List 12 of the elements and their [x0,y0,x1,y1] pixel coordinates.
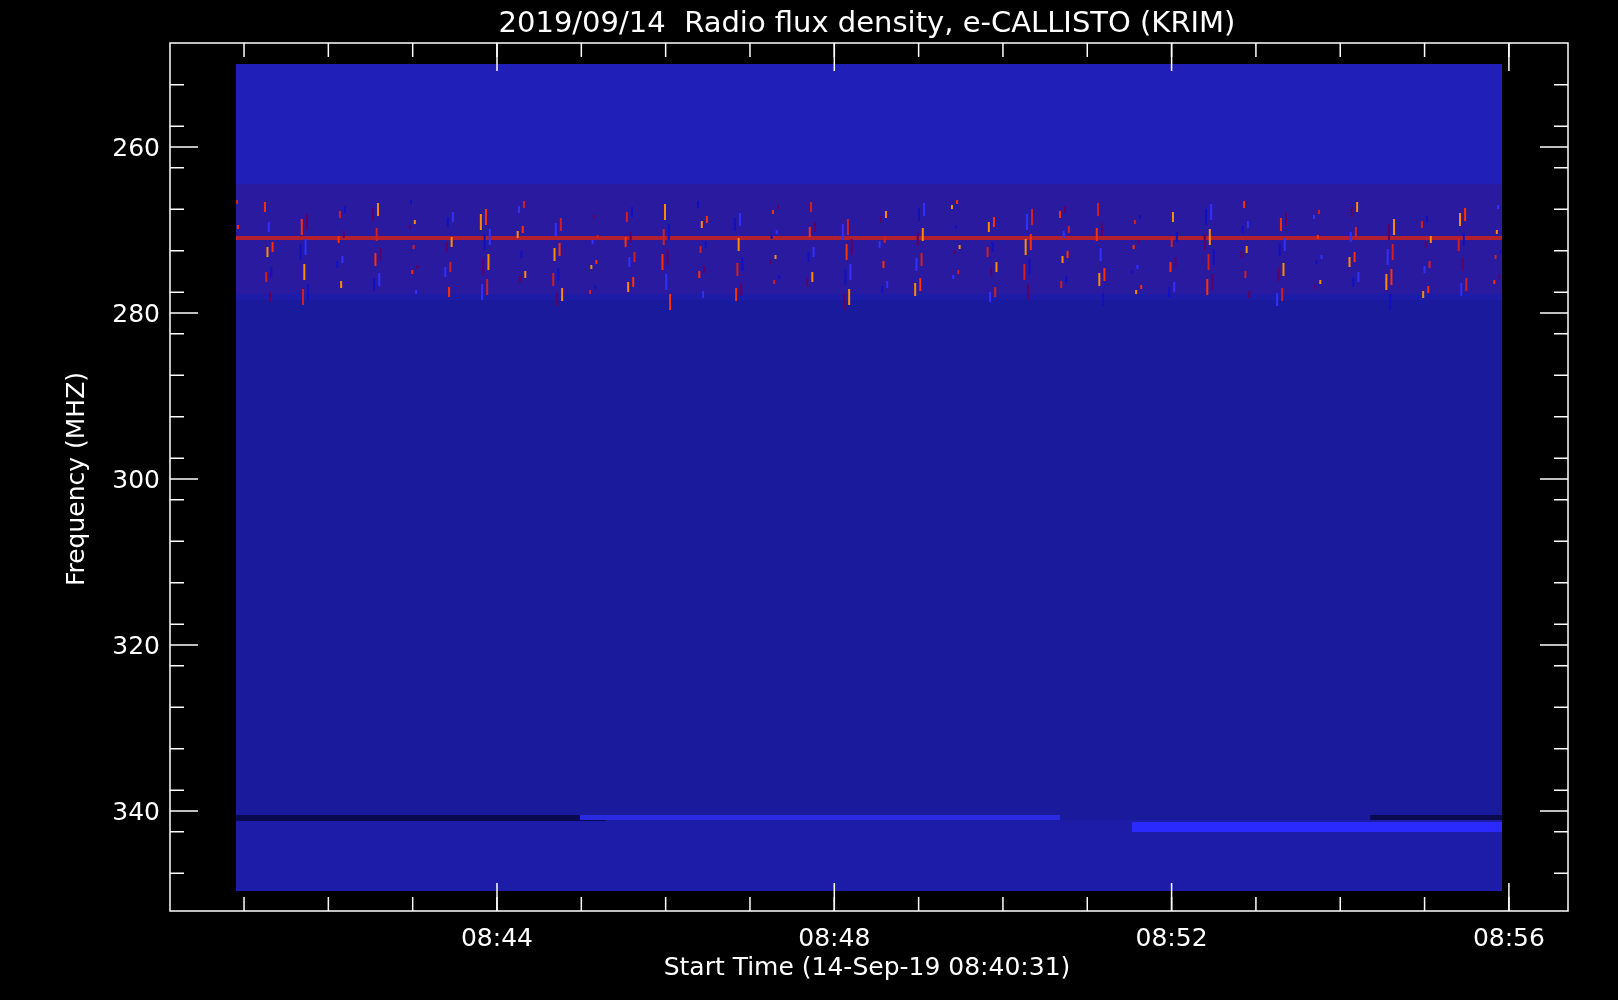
x-tick-label: 08:44 [461,923,533,952]
y-tick-label: 260 [112,133,160,162]
y-tick-label: 280 [112,299,160,328]
chart-title: 2019/09/14 Radio flux density, e-CALLISTO (KRIM) [498,5,1236,39]
x-tick-label: 08:56 [1472,923,1545,952]
y-axis-label: Frequency (MHZ) [61,371,90,587]
y-tick-label: 300 [112,465,160,494]
x-axis-label: Start Time (14-Sep-19 08:40:31) [663,952,1071,981]
y-tick-label: 320 [112,631,160,660]
x-tick-label: 08:48 [798,923,871,952]
x-tick-label: 08:52 [1135,923,1208,952]
y-tick-label: 340 [112,797,160,826]
